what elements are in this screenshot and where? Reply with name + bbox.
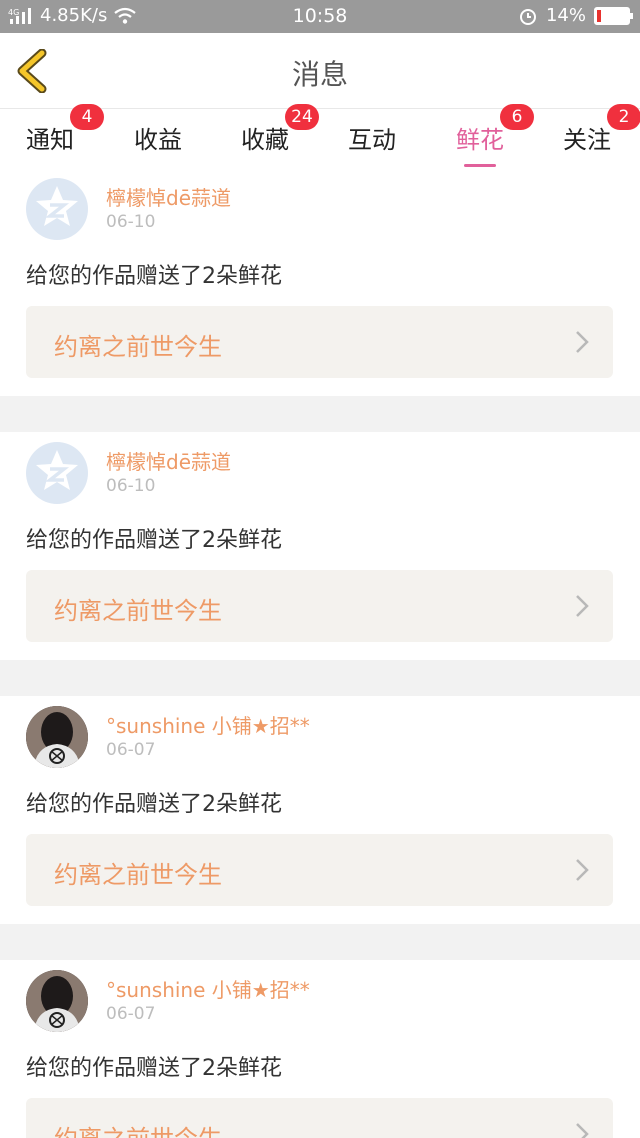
message-date: 06-10 [106,476,156,496]
message-text: 给您的作品赠送了2朵鲜花 [26,264,282,289]
message-text: 给您的作品赠送了2朵鲜花 [26,792,282,817]
tab-earnings[interactable]: 收益 [134,120,182,155]
work-title: 约离之前世今生 [54,1119,222,1138]
message-card: 檸檬悼dē蒜道 06-10 给您的作品赠送了2朵鲜花 约离之前世今生 [0,432,640,660]
tab-label: 互动 [348,126,396,154]
message-text: 给您的作品赠送了2朵鲜花 [26,1056,282,1081]
page-title: 消息 [291,58,348,91]
tab-label: 收藏 [241,126,289,154]
tab-label: 收益 [134,126,182,154]
message-date: 06-07 [106,1004,156,1024]
unread-badge: 24 [285,104,319,130]
divider [0,924,640,960]
work-title: 约离之前世今生 [54,333,222,361]
work-link[interactable]: 约离之前世今生 [26,570,613,642]
sender-name[interactable]: 檸檬悼dē蒜道 [106,182,231,211]
message-card: °sunshine 小铺★招** 06-07 给您的作品赠送了2朵鲜花 约离之前… [0,696,640,924]
work-title: 约离之前世今生 [54,861,222,889]
sender-name[interactable]: 檸檬悼dē蒜道 [106,446,231,475]
default-avatar-icon [36,450,78,490]
chevron-right-icon [576,859,589,881]
sender-name[interactable]: °sunshine 小铺★招** [106,974,310,1003]
chevron-right-icon [576,1123,589,1138]
unread-badge: 4 [70,104,104,130]
photo-avatar-icon [26,970,88,1032]
work-link[interactable]: 约离之前世今生 [26,306,613,378]
avatar[interactable] [26,178,88,240]
message-card: 檸檬悼dē蒜道 06-10 给您的作品赠送了2朵鲜花 约离之前世今生 [0,168,640,396]
work-link[interactable]: 约离之前世今生 [26,834,613,906]
message-date: 06-07 [106,740,156,760]
message-list: 檸檬悼dē蒜道 06-10 给您的作品赠送了2朵鲜花 约离之前世今生 檸檬悼dē… [0,168,640,1138]
unread-badge: 6 [500,104,534,130]
unread-badge: 2 [607,104,640,130]
work-title: 约离之前世今生 [54,597,222,625]
message-date: 06-10 [106,212,156,232]
avatar[interactable] [26,970,88,1032]
avatar[interactable] [26,706,88,768]
tab-flowers[interactable]: 鲜花 6 [456,104,534,167]
message-card: °sunshine 小铺★招** 06-07 给您的作品赠送了2朵鲜花 约离之前… [0,960,640,1138]
avatar[interactable] [26,442,88,504]
alarm-icon [519,8,536,25]
chevron-right-icon [576,595,589,617]
work-link[interactable]: 约离之前世今生 [26,1098,613,1138]
chevron-right-icon [576,331,589,353]
message-text: 给您的作品赠送了2朵鲜花 [26,528,282,553]
tab-label: 通知 [26,126,74,154]
tab-interactions[interactable]: 互动 [348,120,396,155]
status-right: 14% [518,5,633,26]
tab-bar: 通知 4 收益 收藏 24 互动 鲜花 6 关注 2 [0,104,640,168]
tab-follow[interactable]: 关注 2 [563,104,640,155]
divider [0,660,640,696]
battery-icon [594,6,633,25]
divider [0,396,640,432]
battery-percent: 14% [545,5,586,26]
tab-label: 鲜花 [456,126,504,154]
active-tab-indicator [464,164,496,167]
default-avatar-icon [36,186,78,226]
tab-label: 关注 [563,126,611,154]
status-bar: 4G 4.85K/s 10:58 14% [0,0,640,33]
sender-name[interactable]: °sunshine 小铺★招** [106,710,310,739]
photo-avatar-icon [26,706,88,768]
header: 消息 [0,33,640,109]
tab-notice[interactable]: 通知 4 [26,104,104,155]
tab-favorites[interactable]: 收藏 24 [241,104,319,155]
battery-fill [597,9,602,22]
